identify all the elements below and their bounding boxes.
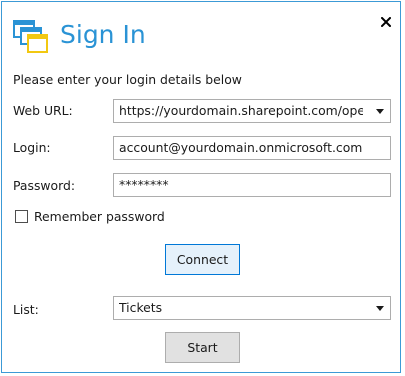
chevron-down-icon	[374, 297, 386, 319]
start-button[interactable]: Start	[165, 332, 240, 363]
dialog-title: Sign In	[60, 20, 146, 49]
list-value: Tickets	[119, 300, 163, 315]
connect-button[interactable]: Connect	[165, 244, 240, 275]
intro-text: Please enter your login details below	[13, 72, 242, 87]
close-icon	[381, 17, 391, 27]
list-select[interactable]: Tickets	[113, 296, 391, 320]
windows-stack-icon	[13, 20, 48, 53]
login-input[interactable]: account@yourdomain.onmicrosoft.com	[113, 136, 391, 160]
web-url-label: Web URL:	[13, 103, 73, 118]
remember-password-checkbox[interactable]	[15, 210, 28, 223]
chevron-down-icon	[374, 100, 386, 122]
password-input[interactable]: ********	[113, 173, 391, 197]
login-label: Login:	[13, 140, 51, 155]
password-label: Password:	[13, 178, 76, 193]
list-label: List:	[13, 302, 39, 317]
sign-in-dialog: Sign In Please enter your login details …	[1, 1, 401, 373]
remember-password-label[interactable]: Remember password	[34, 208, 165, 226]
web-url-select[interactable]: https://yourdomain.sharepoint.com/oper	[113, 99, 391, 123]
web-url-value: https://yourdomain.sharepoint.com/oper	[119, 103, 363, 118]
close-button[interactable]	[376, 12, 396, 32]
